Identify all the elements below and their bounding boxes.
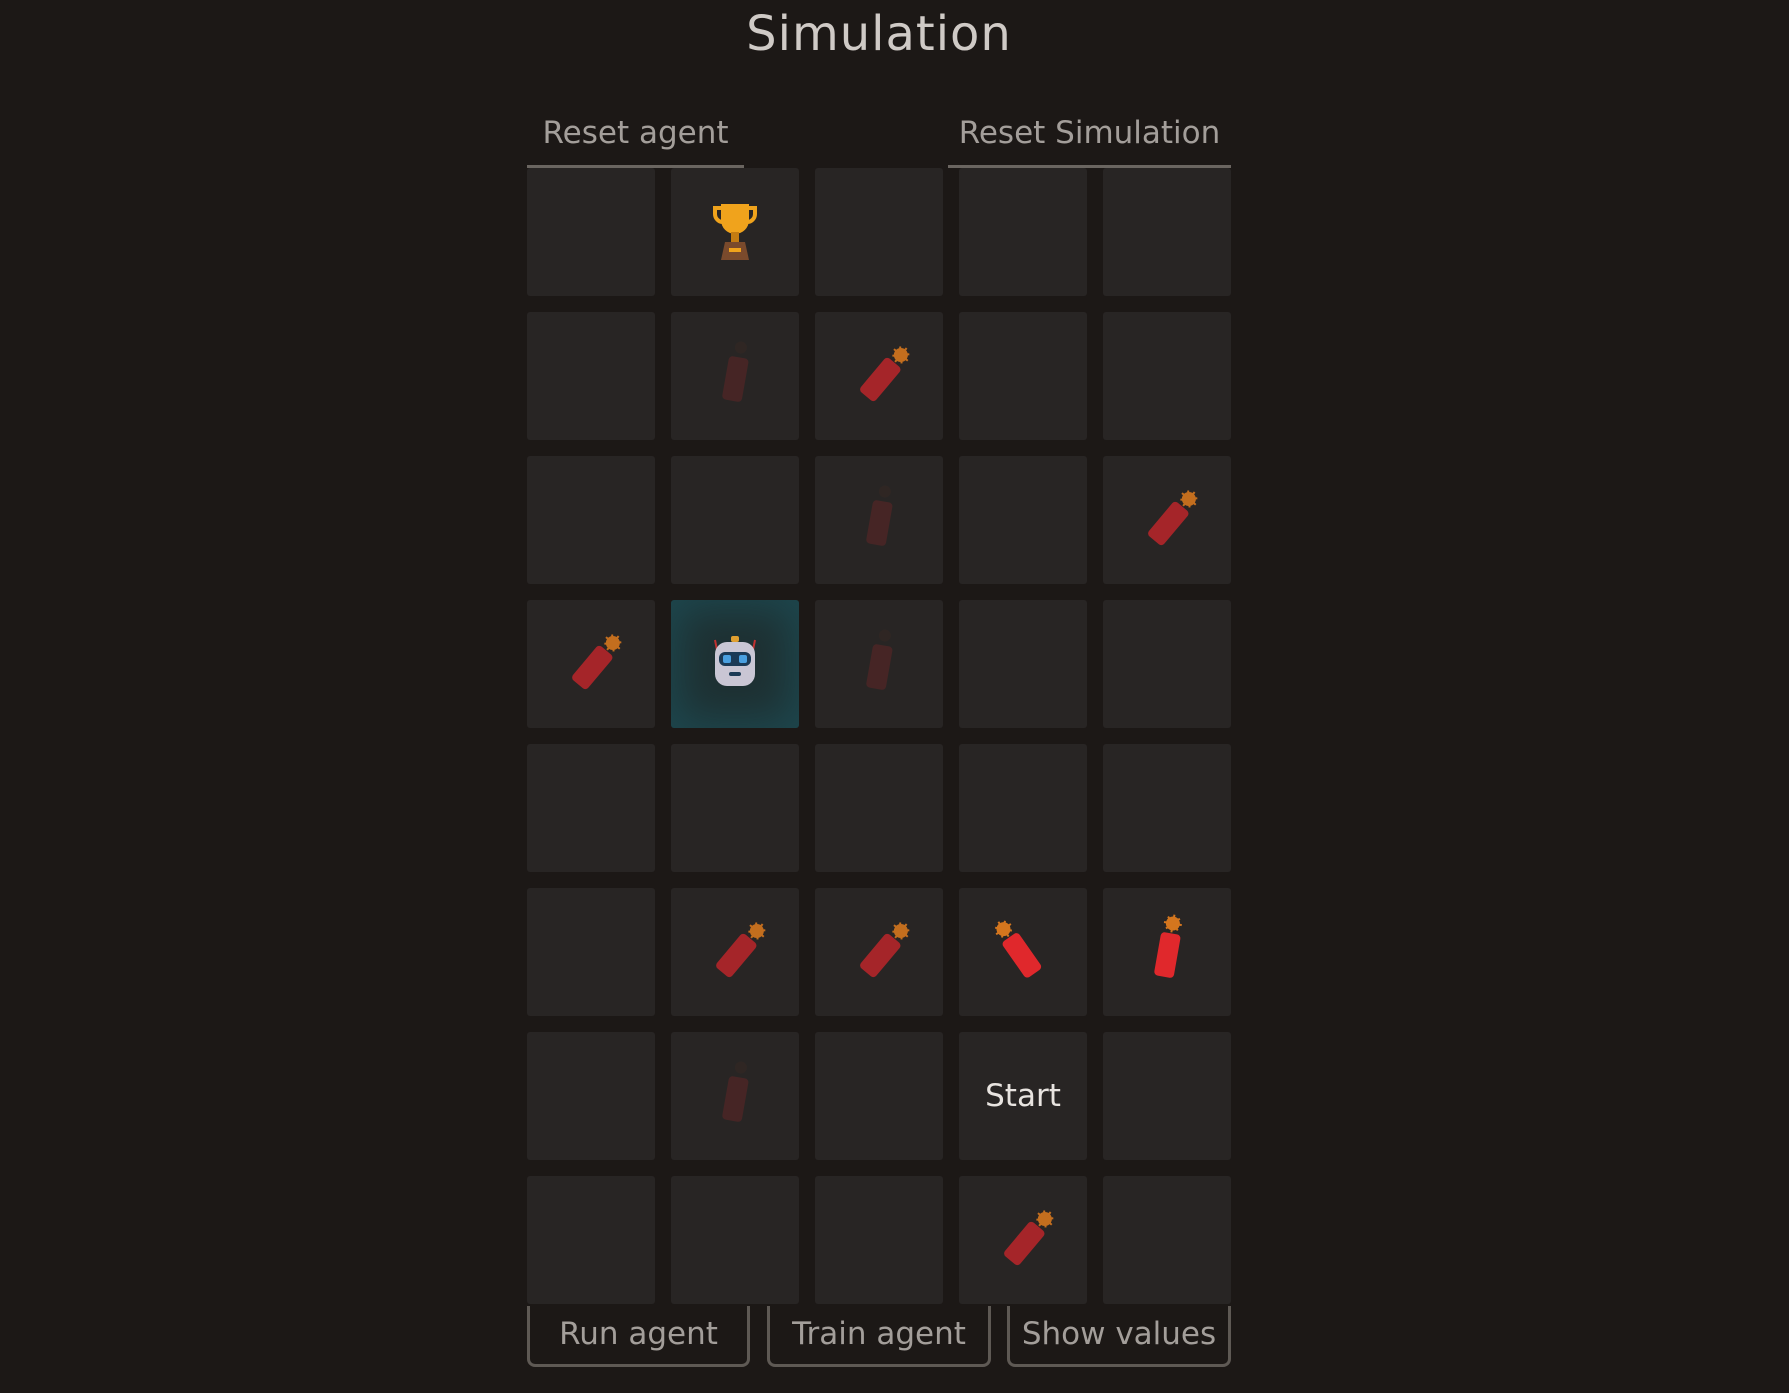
grid-cell[interactable] — [1103, 1176, 1231, 1304]
grid-cell[interactable] — [527, 744, 655, 872]
grid-cell[interactable] — [527, 888, 655, 1016]
train-agent-button[interactable]: Train agent — [767, 1306, 991, 1367]
grid-cell[interactable] — [959, 744, 1087, 872]
page-title: Simulation — [746, 6, 1012, 62]
grid-cell[interactable] — [815, 312, 943, 440]
grid-cell[interactable] — [1103, 888, 1231, 1016]
grid-cell[interactable] — [815, 1176, 943, 1304]
grid-cell[interactable] — [959, 600, 1087, 728]
grid-cell[interactable] — [815, 1032, 943, 1160]
dynamite-icon — [839, 624, 919, 704]
grid-cell[interactable] — [527, 600, 655, 728]
grid-cell[interactable] — [815, 600, 943, 728]
grid-cell[interactable] — [959, 456, 1087, 584]
grid-cell[interactable] — [1103, 456, 1231, 584]
trophy-icon — [707, 202, 763, 262]
dynamite-icon — [551, 624, 631, 704]
grid-cell[interactable] — [671, 600, 799, 728]
grid-cell[interactable] — [1103, 744, 1231, 872]
robot-icon — [709, 636, 761, 692]
grid-cell[interactable] — [959, 1176, 1087, 1304]
start-label: Start — [985, 1078, 1061, 1114]
run-agent-button[interactable]: Run agent — [527, 1306, 750, 1367]
grid-cell[interactable] — [671, 744, 799, 872]
dynamite-icon — [839, 480, 919, 560]
grid-cell[interactable] — [815, 744, 943, 872]
grid-cell[interactable] — [671, 168, 799, 296]
simulation-grid: Start — [527, 168, 1231, 1304]
grid-cell[interactable] — [671, 1176, 799, 1304]
grid-cell[interactable] — [527, 168, 655, 296]
grid-cell[interactable] — [527, 1176, 655, 1304]
grid-cell[interactable] — [815, 456, 943, 584]
grid-cell[interactable] — [959, 312, 1087, 440]
show-values-button[interactable]: Show values — [1007, 1306, 1231, 1367]
grid-cell[interactable] — [815, 168, 943, 296]
dynamite-icon — [695, 912, 775, 992]
dynamite-icon — [983, 1200, 1063, 1280]
reset-agent-button[interactable]: Reset agent — [527, 112, 744, 168]
grid-cell[interactable] — [671, 456, 799, 584]
grid-cell[interactable] — [815, 888, 943, 1016]
grid-cell[interactable] — [1103, 168, 1231, 296]
grid-cell[interactable]: Start — [959, 1032, 1087, 1160]
dynamite-icon — [695, 336, 775, 416]
grid-cell[interactable] — [671, 1032, 799, 1160]
grid-cell[interactable] — [1103, 600, 1231, 728]
grid-cell[interactable] — [671, 888, 799, 1016]
dynamite-icon — [839, 912, 919, 992]
grid-cell[interactable] — [959, 168, 1087, 296]
grid-cell[interactable] — [1103, 312, 1231, 440]
grid-cell[interactable] — [959, 888, 1087, 1016]
dynamite-icon — [695, 1056, 775, 1136]
dynamite-icon — [839, 336, 919, 416]
dynamite-icon — [1127, 912, 1207, 992]
grid-cell[interactable] — [527, 1032, 655, 1160]
grid-cell[interactable] — [527, 456, 655, 584]
grid-cell[interactable] — [671, 312, 799, 440]
dynamite-icon — [983, 912, 1063, 992]
grid-cell[interactable] — [1103, 1032, 1231, 1160]
dynamite-icon — [1127, 480, 1207, 560]
grid-cell[interactable] — [527, 312, 655, 440]
reset-simulation-button[interactable]: Reset Simulation — [948, 112, 1231, 168]
